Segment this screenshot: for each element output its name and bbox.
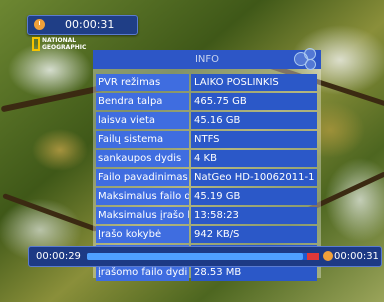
info-row-value: 4 KB: [191, 150, 317, 167]
info-row-value: 45.19 GB: [191, 188, 317, 205]
progress-fill: [87, 253, 303, 260]
current-time: 00:00:29: [36, 251, 81, 262]
info-row-value: 465.75 GB: [191, 93, 317, 110]
info-row: Maksimalus įrašo l 13:58:23: [96, 207, 317, 226]
playback-bar: 00:00:29 00:00:31: [28, 246, 382, 267]
yellow-frame-icon: [32, 37, 40, 51]
info-row-label: Maksimalus įrašo l: [96, 207, 189, 224]
info-panel: INFO PVR režimas LAIKO POSLINKIS Bendra ta…: [93, 48, 321, 281]
info-row-label: Failų sistema: [96, 131, 189, 148]
info-row-value: 13:58:23: [191, 207, 317, 224]
info-row-label: PVR režimas: [96, 74, 189, 91]
clock-icon: [34, 19, 45, 30]
info-row-label: Bendra talpa: [96, 93, 189, 110]
clock-icon: [323, 251, 333, 261]
logo-line2: GEOGRAPHIC: [42, 44, 87, 51]
info-row: laisva vieta 45.16 GB: [96, 112, 317, 131]
top-time: 00:00:31: [65, 18, 115, 31]
info-row-label: Failo pavadinimas: [96, 169, 189, 186]
info-row-label: Įrašo kokybė: [96, 226, 189, 243]
logo-line1: NATIONAL: [42, 37, 77, 44]
progress-live-marker: [307, 253, 319, 260]
progress-bar[interactable]: [87, 253, 319, 260]
info-row-value: NTFS: [191, 131, 317, 148]
info-row-value: NatGeo HD-10062011-1: [191, 169, 317, 186]
info-row: Bendra talpa 465.75 GB: [96, 93, 317, 112]
info-row: Failų sistema NTFS: [96, 131, 317, 150]
info-row-value: 45.16 GB: [191, 112, 317, 129]
info-row-label: sankaupos dydis: [96, 150, 189, 167]
info-row-label: laisva vieta: [96, 112, 189, 129]
info-row-value: 942 KB/S: [191, 226, 317, 243]
info-title: INFO: [93, 50, 321, 69]
info-row: Maksimalus failo d 45.19 GB: [96, 188, 317, 207]
info-row: sankaupos dydis 4 KB: [96, 150, 317, 169]
info-row: PVR režimas LAIKO POSLINKIS: [96, 74, 317, 93]
bubbles-decoration-icon: [292, 48, 318, 72]
top-time-bar: 00:00:31: [27, 15, 138, 35]
info-row-label: Maksimalus failo d: [96, 188, 189, 205]
info-row-value: LAIKO POSLINKIS: [191, 74, 317, 91]
end-time: 00:00:31: [334, 251, 379, 262]
info-row: Failo pavadinimas NatGeo HD-10062011-1: [96, 169, 317, 188]
info-row: Įrašo kokybė 942 KB/S: [96, 226, 317, 245]
